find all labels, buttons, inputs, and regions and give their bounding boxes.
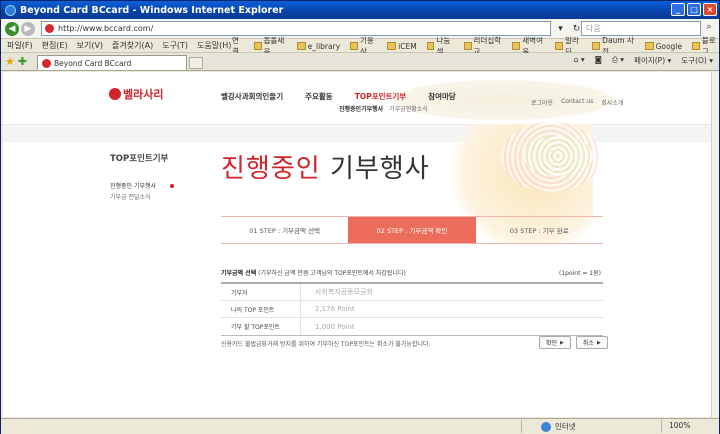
header-band [3,124,711,142]
link-item[interactable]: Google [644,42,682,51]
util-links: 로그아웃 Contact us 회사소개 [531,98,623,107]
folder-icon [592,42,601,50]
gnb-item[interactable]: 주요활동 [305,91,333,102]
folder-icon [512,42,521,50]
folder-icon [692,42,700,50]
favorites-star-icon[interactable]: ★ [5,55,15,68]
active-bullet-icon [170,183,175,188]
new-tab-button[interactable] [189,57,203,69]
site-favicon-icon [42,58,51,68]
arrow-right-icon: ▶ [596,339,601,346]
table-row: 기부 할 TOP포인트 1,000 Point [221,318,603,335]
company-link[interactable]: 회사소개 [601,98,623,107]
arrow-right-icon: ▶ [560,339,564,346]
gnb-item[interactable]: 벨강사과회의인들기 [221,91,283,102]
back-button[interactable]: ◀ [5,21,19,36]
lnb-item[interactable]: 기부금 전달소식 [110,192,151,201]
add-favorites-icon[interactable]: ✚ [18,55,27,68]
folder-icon [426,42,435,50]
home-icon[interactable]: ⌂ ▾ [574,55,585,66]
minimize-button[interactable]: _ [671,3,685,16]
menu-favorites[interactable]: 즐겨찾기(A) [112,40,153,51]
donation-table: 기부처 사회복지공동모금회 나의 TOP 포인트 2,176 Point 기부 … [221,282,603,336]
tab-bccard[interactable]: Beyond Card BCcard [37,55,187,70]
sub-nav: 진행중인기부행사 기부금현황소식 [339,104,428,113]
subnav-item-active[interactable]: 진행중인기부행사 [339,104,383,113]
point-ratio: (1point = 1원) [559,270,601,277]
print-icon[interactable]: ⎙ ▾ [612,55,624,66]
logout-link[interactable]: 로그아웃 [531,98,553,107]
dropdown-icon[interactable]: ▾ [554,22,567,35]
feeds-icon[interactable]: ◙ [595,55,602,66]
folder-icon [296,42,306,50]
contact-link[interactable]: Contact us [561,98,593,107]
title-bar: Beyond Card BCcard - Windows Internet Ex… [1,1,719,19]
zoom-level[interactable]: 100% [669,421,690,430]
row-label: 나의 TOP 포인트 [221,301,301,317]
dot-decoration [523,136,593,176]
address-bar[interactable]: http://www.bccard.com/ [41,21,551,36]
step-2-active: 02 STEP : 기부금액 확인 [348,217,476,243]
folder-icon [350,42,358,50]
close-button[interactable]: × [703,3,717,16]
lnb-item-active[interactable]: 진행중인 기부행사 [110,181,175,190]
section-title: 기부금액 선택 (기부하신 금액 만큼 고객님의 TOP포인트에서 차감됩니다) [221,270,406,277]
row-value: 1,000 Point [315,322,355,331]
link-item[interactable]: iCEM [387,42,417,51]
action-buttons: 확인 ▶ 취소 ▶ [539,336,608,349]
row-label: 기부처 [221,284,301,300]
global-nav: 벨강사과회의인들기 주요활동 TOP포인트기부 참여마당 [221,91,456,102]
page-menu[interactable]: 페이지(P) ▾ [634,55,671,66]
site-logo[interactable]: 벨라사리 [109,86,163,102]
step-1: 01 STEP : 기부금액 선택 [249,227,321,235]
command-bar: ⌂ ▾ ◙ ⎙ ▾ 페이지(P) ▾ 도구(O) ▾ [574,55,713,66]
menu-edit[interactable]: 편집(E) [42,40,68,51]
tab-label: Beyond Card BCcard [54,58,132,68]
row-value: 사회복지공동모금회 [315,288,373,296]
links-bar: 연결 돕돌새음 e_library 기용상 iCEM 나눔셀 리더십학교 새벽여… [232,36,719,56]
lnb-title: TOP포인트기부 [110,154,169,164]
security-zone: 인터넷 [541,421,576,432]
search-icon[interactable]: ⌕ [703,22,715,35]
folder-icon [463,42,472,50]
maximize-button[interactable]: □ [687,3,701,16]
ie-logo-icon [5,4,16,16]
logo-dot-icon [109,88,121,100]
page-title: 진행중인 기부행사 [221,154,430,184]
step-3: 03 STEP : 기부 완료 [509,227,569,235]
tools-menu[interactable]: 도구(O) ▾ [681,55,713,66]
globe-icon [541,421,551,432]
subnav-item[interactable]: 기부금현황소식 [389,104,428,113]
menu-tools[interactable]: 도구(T) [162,40,188,51]
site-header: 벨라사리 벨강사과회의인들기 주요활동 TOP포인트기부 참여마당 진행중인기부… [3,72,711,124]
menu-file[interactable]: 파일(F) [7,40,33,51]
search-input[interactable]: 다음 [581,21,701,36]
status-bar: 인터넷 100% [1,418,719,434]
step-indicator: 01 STEP : 기부금액 선택 02 STEP : 기부금액 확인 03 S… [221,216,603,244]
gnb-item-active[interactable]: TOP포인트기부 [355,91,407,102]
table-row: 기부처 사회복지공동모금회 [221,284,603,301]
gnb-item[interactable]: 참여마당 [428,91,456,102]
folder-icon [253,42,262,50]
confirm-button[interactable]: 확인 ▶ [539,336,571,349]
forward-button[interactable]: ▶ [21,21,35,36]
row-label: 기부 할 TOP포인트 [221,318,301,335]
menu-help[interactable]: 도움말(H) [197,40,231,51]
folder-icon [387,42,397,50]
row-value: 2,176 Point [315,305,355,313]
menu-view[interactable]: 보기(V) [77,40,103,51]
cancel-button[interactable]: 취소 ▶ [575,336,608,349]
web-page: 벨라사리 벨강사과회의인들기 주요활동 TOP포인트기부 참여마당 진행중인기부… [3,72,711,417]
folder-icon [644,42,654,50]
table-row: 나의 TOP 포인트 2,176 Point [221,301,603,318]
notice-text: 신용카드 불법금융거래 방지를 위하여 기부하신 TOP포인트는 취소가 불가능… [221,341,431,348]
link-item[interactable]: e_library [296,42,340,51]
vertical-scrollbar[interactable] [711,72,719,417]
window-title: Beyond Card BCcard - Windows Internet Ex… [20,4,284,16]
folder-icon [555,42,564,50]
browser-window: Beyond Card BCcard - Windows Internet Ex… [0,0,720,434]
